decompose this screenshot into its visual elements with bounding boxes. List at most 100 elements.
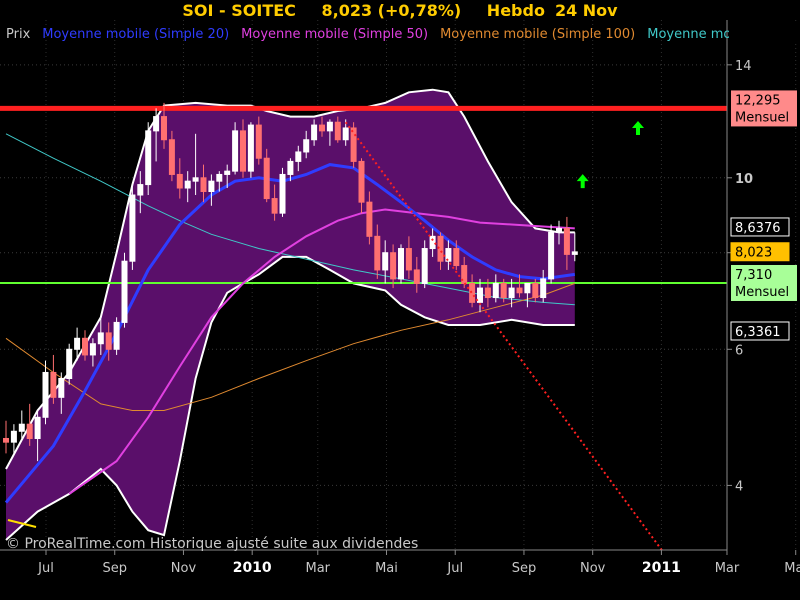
x-tick-label: Mar bbox=[305, 561, 330, 576]
candle-body bbox=[263, 157, 270, 200]
candle-body bbox=[319, 124, 325, 132]
candle-body bbox=[492, 282, 499, 299]
price-label-text: 8,023 bbox=[735, 246, 772, 261]
candle-body bbox=[350, 127, 357, 162]
candle-body bbox=[247, 124, 254, 172]
candle-body bbox=[3, 437, 9, 443]
candle-body bbox=[405, 248, 412, 271]
candle-body bbox=[232, 130, 239, 172]
candle-body bbox=[18, 423, 25, 432]
candle-body bbox=[26, 423, 33, 439]
y-tick-label: 14 bbox=[735, 59, 752, 74]
candle-body bbox=[524, 282, 531, 294]
candle-body bbox=[287, 160, 294, 175]
x-tick-label: Mai bbox=[375, 561, 398, 576]
support-sublabel: Mensuel bbox=[735, 285, 789, 300]
candle-body bbox=[105, 332, 112, 350]
watermark: © ProRealTime.com Historique ajusté suit… bbox=[6, 536, 418, 552]
candle-body bbox=[303, 139, 310, 153]
candle-body bbox=[50, 371, 57, 398]
candle-body bbox=[429, 235, 436, 250]
candle bbox=[121, 252, 128, 328]
candle-body bbox=[184, 180, 191, 189]
candle-body bbox=[208, 180, 215, 192]
candle-body bbox=[42, 371, 49, 418]
legend: Prix Moyenne mobile (Simple 20) Moyenne mo… bbox=[6, 24, 800, 44]
candle-body bbox=[398, 248, 404, 280]
candle-body bbox=[82, 337, 88, 356]
legend-clip bbox=[729, 24, 800, 44]
legend-item: Moyenne mobile (Simple 50) bbox=[241, 27, 428, 42]
candle-body bbox=[145, 130, 152, 186]
candle-body bbox=[358, 160, 365, 203]
x-tick-label: 2010 bbox=[233, 560, 272, 576]
symbol-title: SOI - SOITEC bbox=[182, 1, 296, 20]
price-label-text: 8,6376 bbox=[735, 221, 781, 236]
resistance-sublabel: Mensuel bbox=[735, 110, 789, 125]
candle-body bbox=[121, 260, 128, 323]
candle-body bbox=[374, 235, 381, 271]
candle-body bbox=[437, 235, 444, 262]
candle-body bbox=[326, 121, 333, 132]
candle-body bbox=[279, 173, 286, 214]
candle-body bbox=[168, 139, 175, 175]
candle-body bbox=[382, 252, 389, 271]
candle-body bbox=[153, 116, 160, 132]
date-label: 24 Nov bbox=[554, 1, 618, 20]
candle-body bbox=[334, 121, 341, 141]
candle bbox=[113, 317, 120, 355]
candle-body bbox=[34, 416, 41, 439]
candle-body bbox=[97, 332, 104, 345]
candle-body bbox=[240, 130, 246, 172]
candle-body bbox=[571, 251, 578, 255]
candle-body bbox=[200, 177, 207, 192]
legend-item: Moyenne mobile (Simple 20) bbox=[42, 27, 229, 42]
x-tick-label: Sep bbox=[512, 561, 537, 576]
y-tick-label: 6 bbox=[735, 343, 743, 358]
candle-body bbox=[516, 287, 523, 294]
candle bbox=[398, 244, 404, 284]
candle bbox=[548, 224, 555, 284]
y-tick-label: 10 bbox=[735, 172, 753, 187]
x-tick-label: 2011 bbox=[642, 560, 681, 576]
candle-body bbox=[74, 337, 81, 350]
candle-body bbox=[113, 321, 120, 350]
candle bbox=[66, 343, 73, 385]
y-tick-label: 4 bbox=[735, 479, 743, 494]
candle-body bbox=[540, 278, 547, 299]
candle-body bbox=[66, 348, 73, 380]
price-label-text: 6,3361 bbox=[735, 325, 781, 340]
x-tick-label: Nov bbox=[171, 561, 197, 576]
candle-body bbox=[224, 170, 231, 175]
legend-item: Moyenne mobile (Simple 100) bbox=[440, 27, 635, 42]
candle-body bbox=[271, 198, 278, 214]
candle-body bbox=[508, 287, 515, 299]
candle-body bbox=[390, 252, 397, 280]
candle bbox=[145, 122, 152, 196]
candle bbox=[247, 122, 254, 178]
candle-body bbox=[192, 177, 199, 182]
candle-body bbox=[161, 116, 167, 141]
candle-body bbox=[295, 151, 302, 162]
period-label: Hebdo bbox=[486, 1, 545, 20]
candle-body bbox=[469, 282, 476, 303]
candle-body bbox=[311, 124, 318, 141]
candle-body bbox=[176, 173, 183, 189]
x-tick-label: Mai bbox=[784, 561, 800, 576]
price-chart[interactable]: 1410864JulSepNov2010MarMaiJulSepNov2011M… bbox=[0, 0, 800, 600]
x-tick-label: Sep bbox=[102, 561, 127, 576]
candle bbox=[350, 122, 357, 168]
x-tick-label: Mar bbox=[715, 561, 740, 576]
candle-body bbox=[137, 184, 144, 196]
x-tick-label: Jul bbox=[37, 561, 54, 576]
candle-body bbox=[216, 173, 223, 182]
candle-body bbox=[413, 269, 420, 284]
candle-body bbox=[453, 248, 460, 267]
candle-body bbox=[484, 287, 491, 299]
candle-body bbox=[255, 124, 262, 159]
candle-body bbox=[366, 201, 373, 237]
candle-body bbox=[89, 343, 96, 356]
support-label: 7,310 bbox=[735, 268, 772, 283]
candle-body bbox=[421, 248, 428, 284]
quote-value: 8,023 (+0,78%) bbox=[321, 1, 462, 20]
